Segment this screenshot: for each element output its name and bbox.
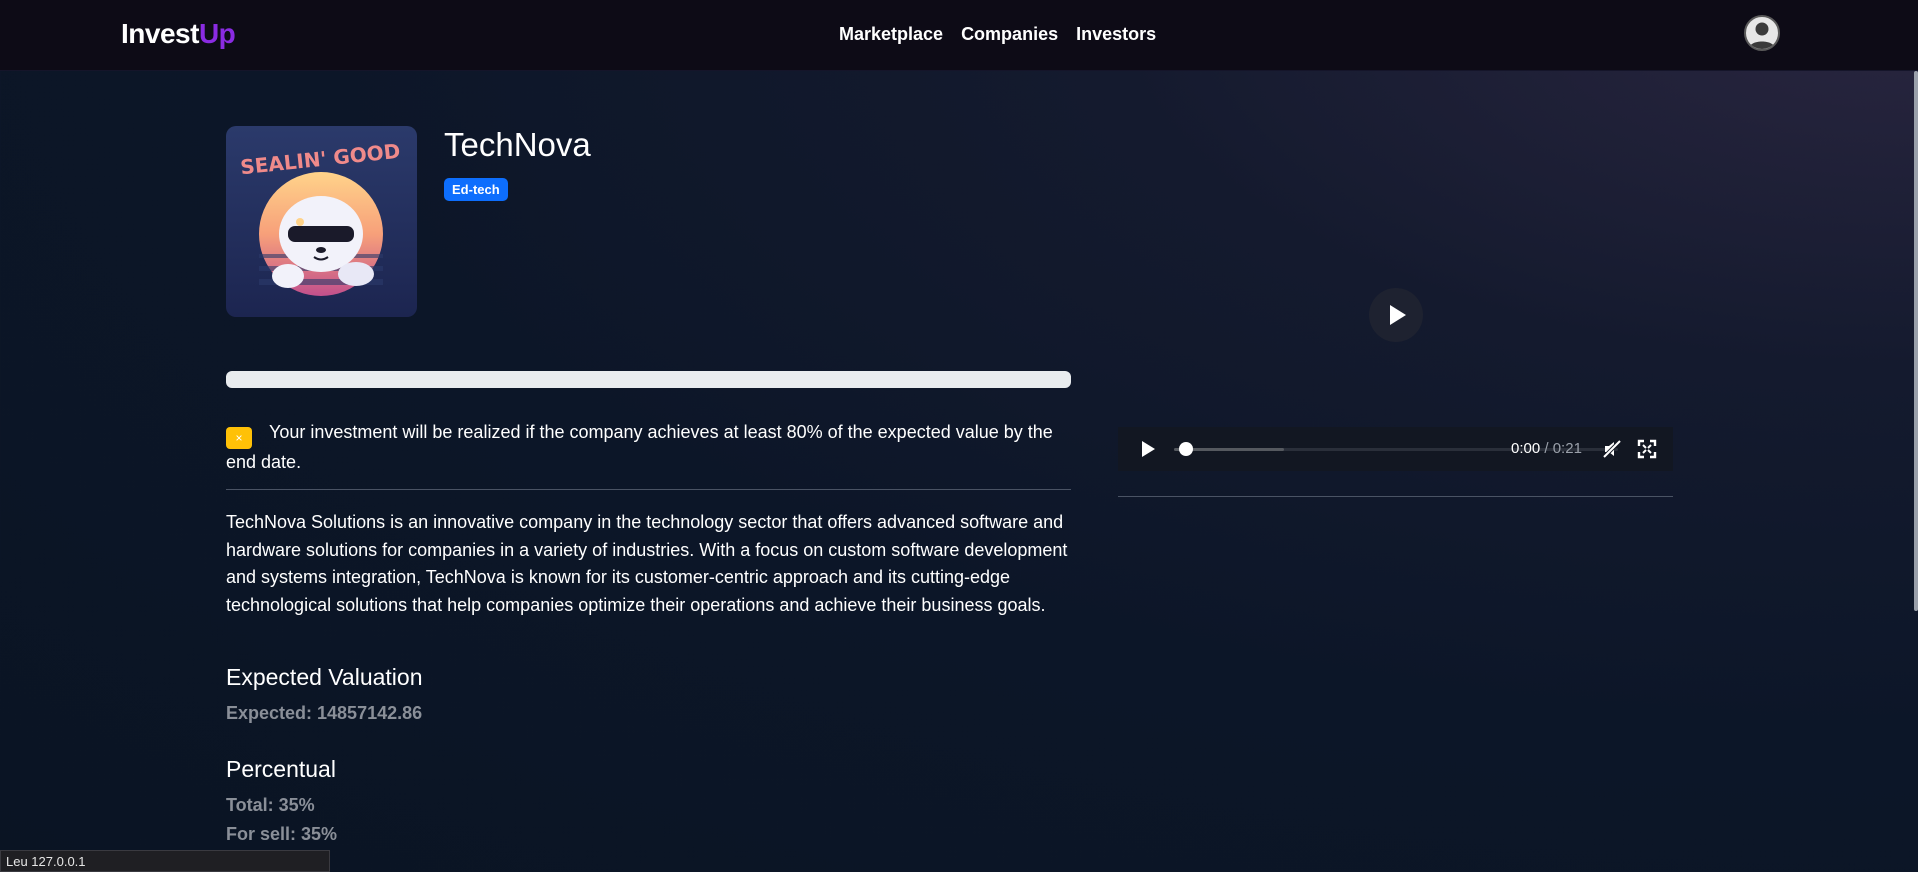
video-seek-thumb[interactable] [1179, 442, 1193, 456]
nav-marketplace[interactable]: Marketplace [839, 24, 943, 45]
nav-companies[interactable]: Companies [961, 24, 1058, 45]
investment-progress-bar [226, 371, 1071, 388]
investment-notice: × Your investment will be realized if the… [226, 419, 1071, 476]
percentual-total: Total: 35% [226, 795, 315, 815]
video-time-separator: / [1540, 440, 1553, 457]
user-avatar-icon[interactable] [1744, 15, 1780, 51]
company-description: TechNova Solutions is an innovative comp… [226, 512, 1068, 615]
brand-part-2: Up [198, 18, 236, 49]
percentual-heading: Percentual [226, 756, 336, 782]
video-time-display: 0:00 / 0:21 [1511, 440, 1582, 457]
browser-status-bar: Leu 127.0.0.1 [0, 850, 330, 872]
category-badge: Ed-tech [444, 178, 508, 201]
video-duration: 0:21 [1552, 440, 1582, 457]
section-divider [226, 489, 1071, 490]
play-icon [1142, 441, 1155, 457]
brand-logo[interactable]: InvestUp [121, 18, 236, 50]
video-current-time: 0:00 [1511, 440, 1541, 457]
warning-close-icon[interactable]: × [226, 427, 252, 449]
percentual-for-sell: For sell: 35% [226, 824, 338, 844]
video-fullscreen-button[interactable] [1637, 439, 1657, 464]
company-logo-image: SEALIN' GOOD [226, 126, 417, 317]
play-icon [1390, 305, 1406, 325]
company-name: TechNova [444, 126, 591, 163]
video-controls: 0:00 / 0:21 [1118, 427, 1673, 471]
main-nav: Marketplace Companies Investors [839, 24, 1156, 45]
fullscreen-icon [1637, 439, 1657, 459]
top-navbar: InvestUp Marketplace Companies Investors [0, 0, 1918, 71]
notice-text: Your investment will be realized if the … [226, 422, 1053, 472]
expected-valuation-heading: Expected Valuation [226, 664, 423, 690]
video-big-play-button[interactable] [1369, 288, 1423, 342]
page-scrollbar[interactable] [1914, 71, 1918, 611]
video-play-button[interactable] [1138, 439, 1158, 464]
brand-part-1: Invest [121, 18, 199, 49]
muted-speaker-icon [1602, 439, 1622, 459]
video-divider [1118, 496, 1673, 497]
expected-valuation-value: Expected: 14857142.86 [226, 703, 423, 723]
nav-investors[interactable]: Investors [1076, 24, 1156, 45]
video-mute-button[interactable] [1602, 439, 1622, 464]
